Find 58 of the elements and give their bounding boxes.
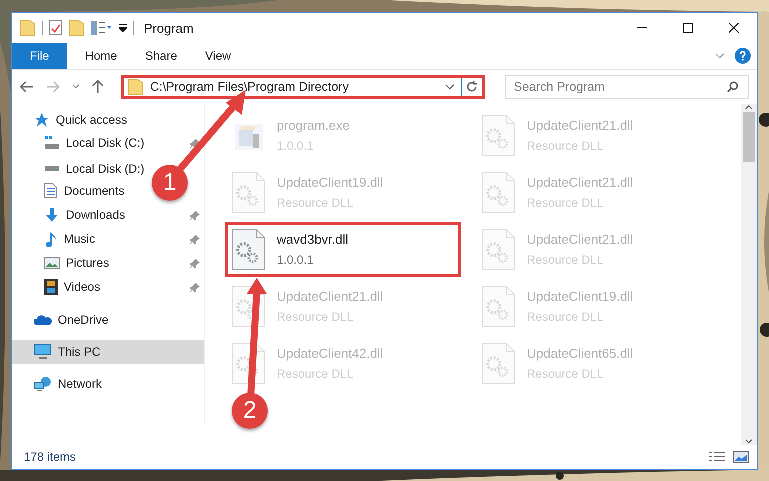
pin-icon[interactable]: [190, 283, 200, 293]
nav-item[interactable]: Pictures: [44, 256, 110, 270]
search-field[interactable]: Search Program: [505, 75, 749, 99]
ribbon-tab[interactable]: Home: [71, 43, 132, 69]
scrollbar[interactable]: [741, 104, 757, 445]
monitor-icon: [34, 344, 52, 360]
document-icon: [44, 182, 58, 198]
nav-item[interactable]: Local Disk (C:): [44, 136, 145, 150]
chevron-down-icon[interactable]: [445, 84, 455, 90]
nav-item[interactable]: This PC: [12, 340, 204, 364]
nav-item[interactable]: Downloads: [44, 206, 126, 222]
drive-icon: [44, 136, 60, 150]
ribbon-tab[interactable]: Share: [131, 43, 192, 69]
back-icon[interactable]: [20, 81, 34, 93]
folder-icon: [20, 19, 36, 37]
pin-icon[interactable]: [190, 139, 200, 149]
recent-locations-icon[interactable]: [72, 84, 80, 90]
help-icon[interactable]: [735, 48, 751, 64]
nav-item[interactable]: Network: [12, 372, 204, 396]
network-icon: [34, 376, 52, 392]
window-title: Program: [144, 20, 195, 36]
drive-icon: [44, 166, 60, 172]
nav-item[interactable]: Videos: [44, 278, 100, 294]
refresh-icon[interactable]: [466, 81, 478, 93]
film-icon: [44, 278, 58, 294]
picture-icon: [44, 256, 60, 270]
new-folder-icon: [69, 19, 85, 37]
up-icon[interactable]: [92, 80, 104, 94]
close-icon[interactable]: [729, 23, 739, 33]
pin-icon[interactable]: [190, 259, 200, 269]
star-icon: [34, 112, 50, 128]
download-arrow-icon: [44, 206, 60, 222]
file-menu-button[interactable]: File: [12, 43, 68, 69]
ribbon-tab[interactable]: View: [191, 43, 246, 69]
nav-item[interactable]: Quick access: [12, 108, 204, 132]
address-bar[interactable]: C:\Program Files\Program Directory: [121, 75, 485, 99]
properties-icon[interactable]: [49, 20, 63, 36]
pin-icon[interactable]: [190, 235, 200, 245]
view-options-icon[interactable]: [91, 21, 113, 35]
cloud-icon: [34, 314, 52, 326]
dropdown-icon[interactable]: [119, 24, 127, 32]
maximize-icon[interactable]: [683, 23, 693, 33]
music-note-icon: [44, 230, 58, 246]
nav-item[interactable]: Documents: [44, 182, 125, 198]
file-item[interactable]: wavd3bvr.dll 1.0.0.1: [225, 222, 461, 277]
nav-item[interactable]: OneDrive: [12, 308, 204, 332]
large-icons-view-icon[interactable]: [733, 451, 749, 463]
item-count: 178 items: [24, 450, 78, 464]
scroll-down-icon[interactable]: [745, 439, 753, 445]
nav-item[interactable]: Music: [44, 230, 96, 246]
expand-ribbon-icon[interactable]: [715, 53, 725, 59]
folder-icon: [128, 78, 144, 96]
pin-icon[interactable]: [190, 211, 200, 221]
details-view-icon[interactable]: [709, 451, 725, 463]
nav-item[interactable]: Local Disk (D:): [44, 162, 145, 176]
scroll-thumb[interactable]: [743, 112, 755, 162]
scroll-up-icon[interactable]: [745, 104, 753, 110]
search-icon[interactable]: [727, 81, 739, 93]
